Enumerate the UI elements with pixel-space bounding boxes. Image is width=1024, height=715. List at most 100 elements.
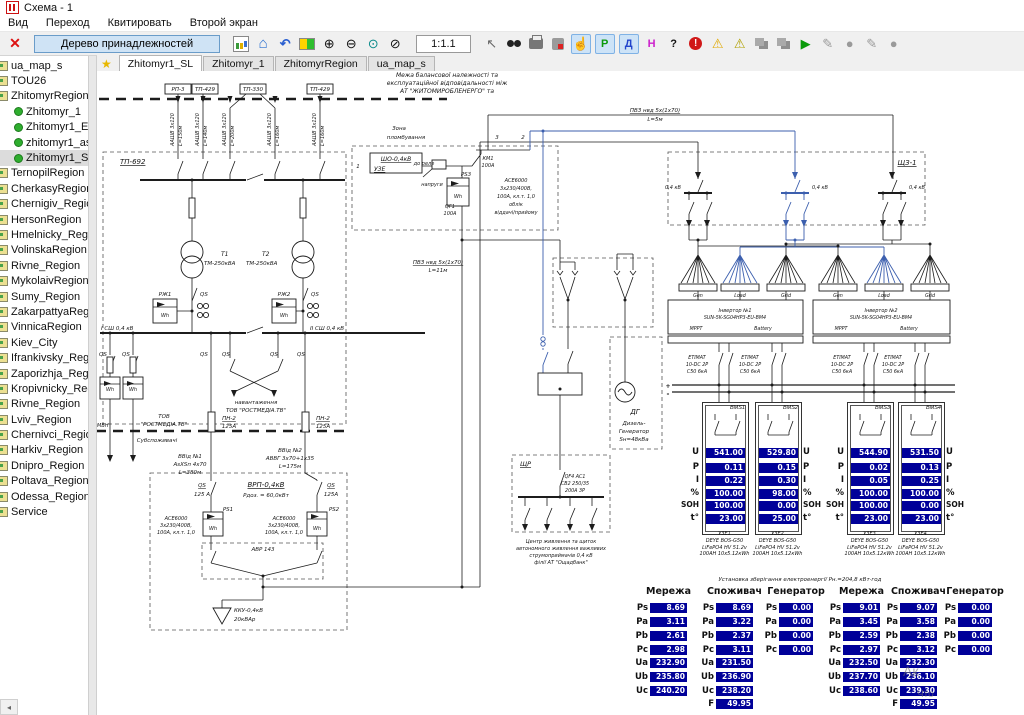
battery-unit-2[interactable]: BMS2529.800.150.3098.000.0025.00 [755, 402, 802, 535]
tree-item-Rivne_Region[interactable]: Rivne_Region [0, 258, 88, 273]
tab-Zhitomyr1_SL[interactable]: Zhitomyr1_SL [119, 55, 202, 71]
battery-value-I: 0.30 [759, 476, 798, 486]
tree-item-TernopilRegion[interactable]: TernopilRegion [0, 166, 88, 181]
tree-item-Ifrankivsky_Region[interactable]: Ifrankivsky_Region [0, 350, 88, 365]
tree-item-Dnipro_Region[interactable]: Dnipro_Region [0, 458, 88, 473]
pan-hand-icon[interactable]: ☝ [571, 34, 591, 54]
schematic-canvas[interactable]: Межа балансової належності таексплуатаці… [97, 71, 1024, 715]
tree-item-zhitomyr1_asoe[interactable]: zhitomyr1_asoe [0, 135, 88, 150]
tree-item-Sumy_Region[interactable]: Sumy_Region [0, 289, 88, 304]
pointer-icon[interactable]: ↖ [483, 35, 501, 53]
schematic-label: 3х230/400В, [500, 186, 532, 192]
warning-icon[interactable]: ⚠ [709, 35, 727, 53]
home-icon[interactable]: ⌂ [254, 35, 272, 53]
battery-unit-1[interactable]: BMS1541.000.110.22100.00100.0023.00 [702, 402, 749, 535]
zoom-reset-icon[interactable]: ⊘ [386, 35, 404, 53]
tree-item-Hmelnicky_Region[interactable]: Hmelnicky_Region [0, 227, 88, 242]
help-button[interactable]: ? [665, 35, 683, 53]
mode-n-button[interactable]: Н [643, 35, 661, 53]
schematic-label: 0,4 кВ [909, 185, 926, 191]
operator-icon[interactable] [549, 35, 567, 53]
tab-ua_map_s[interactable]: ua_map_s [368, 56, 435, 71]
meter-value-Uc: 238.20 [716, 686, 753, 696]
indicator-icon[interactable] [298, 35, 316, 53]
meter-value-Ub: 235.80 [650, 672, 687, 682]
schematic-label: АsХSп 4х70 [173, 462, 207, 468]
meter-label-Pc: Pc [690, 645, 714, 655]
schematic-label: ААШВ 3х120 [195, 113, 201, 147]
tree-item-Zhitomyr_1[interactable]: Zhitomyr_1 [0, 104, 88, 119]
print-icon[interactable] [527, 35, 545, 53]
scale-display[interactable]: 1:1.1 [416, 35, 470, 53]
battery-row-label: P [822, 462, 844, 472]
run-icon[interactable]: ▶ [797, 35, 815, 53]
schematic-label: 100А [482, 163, 496, 169]
tree-item-Zhitomyr1_SL[interactable]: Zhitomyr1_SL [0, 150, 88, 165]
tree-item-Zaporizhja_Region[interactable]: Zaporizhja_Region [0, 366, 88, 381]
tree-item-Zhitomyr1_EM[interactable]: Zhitomyr1_EM [0, 120, 88, 135]
meter-value-Ub: 236.90 [716, 672, 753, 682]
meter-label-Pc: Pc [624, 645, 648, 655]
tree-item-Chernigiv_Region[interactable]: Chernigiv_Region [0, 197, 88, 212]
meter-value-Ps: 8.69 [716, 603, 753, 613]
tree-item-VolinskaRegion[interactable]: VolinskaRegion [0, 243, 88, 258]
meter-label-Pa: Pa [753, 617, 777, 627]
layers2-icon[interactable] [775, 35, 793, 53]
schematic-label: 100А, кл.т. 1,0 [265, 530, 303, 536]
tree-item-Odessa_Region[interactable]: Odessa_Region [0, 489, 88, 504]
undo-arrow-icon[interactable]: ↶ [276, 35, 294, 53]
schematic-label: ТМ-250кВА [246, 261, 278, 267]
tree-item-label: Odessa_Region [11, 491, 88, 503]
zoom-area-icon[interactable]: ⊙ [364, 35, 382, 53]
menu-item-1[interactable]: Переход [46, 17, 90, 29]
tab-ZhitomyrRegion[interactable]: ZhitomyrRegion [275, 56, 367, 71]
tree-item-ZakarpattyaRegion[interactable]: ZakarpattyaRegion [0, 304, 88, 319]
schematic-label: Grid [781, 293, 792, 299]
tree-item-ua_map_s[interactable]: ua_map_s [0, 58, 88, 73]
zoom-out-icon[interactable]: ⊖ [342, 35, 360, 53]
tree-item-Kiev_City[interactable]: Kiev_City [0, 335, 88, 350]
tree-item-ZhitomyrRegion[interactable]: ZhitomyrRegion [0, 89, 88, 104]
tree-item-CherkasyRegion[interactable]: CherkasyRegion [0, 181, 88, 196]
mode-r-button[interactable]: Р [595, 34, 615, 54]
sidebar-scrollbar[interactable]: ◂ [0, 699, 18, 715]
tree-item-VinnicaRegion[interactable]: VinnicaRegion [0, 320, 88, 335]
tree-item-HersonRegion[interactable]: HersonRegion [0, 212, 88, 227]
zoom-in-icon[interactable]: ⊕ [320, 35, 338, 53]
alarm-icon[interactable]: ! [687, 35, 705, 53]
tree-item-MykolaivRegion[interactable]: MykolaivRegion [0, 273, 88, 288]
battery-caption: УЗЕ2DEYE BOS-G50LiFePO4 HV 51.2v100AH 10… [745, 531, 811, 558]
map-icon [0, 215, 8, 225]
menu-item-0[interactable]: Вид [8, 17, 28, 29]
tree-item-Chernivci_Region[interactable]: Chernivci_Region [0, 427, 88, 442]
schematic-label: облік [509, 202, 523, 208]
meter-label-Pb: Pb [753, 631, 777, 641]
battery-unit-3[interactable]: BMS3544.900.020.05100.00100.0023.00 [847, 402, 894, 535]
tree-item-Service[interactable]: Service [0, 504, 88, 519]
schematic-label: Wh [209, 526, 217, 532]
tree-item-Rivne_Region[interactable]: Rivne_Region [0, 397, 88, 412]
tree-item-Harkiv_Region[interactable]: Harkiv_Region [0, 443, 88, 458]
layers-icon[interactable] [753, 35, 771, 53]
schematic-label: 0,4 кВ [665, 185, 682, 191]
tree-item-label: TOU26 [11, 75, 46, 87]
battery-unit-4[interactable]: BMS4531.500.130.25100.000.0023.00 [898, 402, 945, 535]
schematic-label: L=140м [203, 125, 209, 146]
menu-item-3[interactable]: Второй экран [190, 17, 258, 29]
tree-item-TOU26[interactable]: TOU26 [0, 73, 88, 88]
tree-item-Poltava_Region[interactable]: Poltava_Region [0, 474, 88, 489]
trend-chart-icon[interactable] [232, 35, 250, 53]
tree-panel-button[interactable]: Дерево принадлежностей [34, 35, 220, 53]
schematic-label: L=175м [279, 464, 301, 470]
tree-item-Lviv_Region[interactable]: Lviv_Region [0, 412, 88, 427]
tree-item-Kropivnicky_Region[interactable]: Kropivnicky_Region [0, 381, 88, 396]
close-icon[interactable]: ✕ [6, 35, 24, 53]
warning-ack-icon[interactable]: ⚠ [731, 35, 749, 53]
favorite-star-icon[interactable]: ★ [101, 57, 112, 71]
meter-label-Pc: Pc [874, 645, 898, 655]
panel-splitter[interactable] [88, 56, 97, 715]
search-binoculars-icon[interactable] [505, 35, 523, 53]
mode-d-button[interactable]: Д [619, 34, 639, 54]
menu-item-2[interactable]: Квитировать [108, 17, 172, 29]
tab-Zhitomyr_1[interactable]: Zhitomyr_1 [203, 56, 274, 71]
